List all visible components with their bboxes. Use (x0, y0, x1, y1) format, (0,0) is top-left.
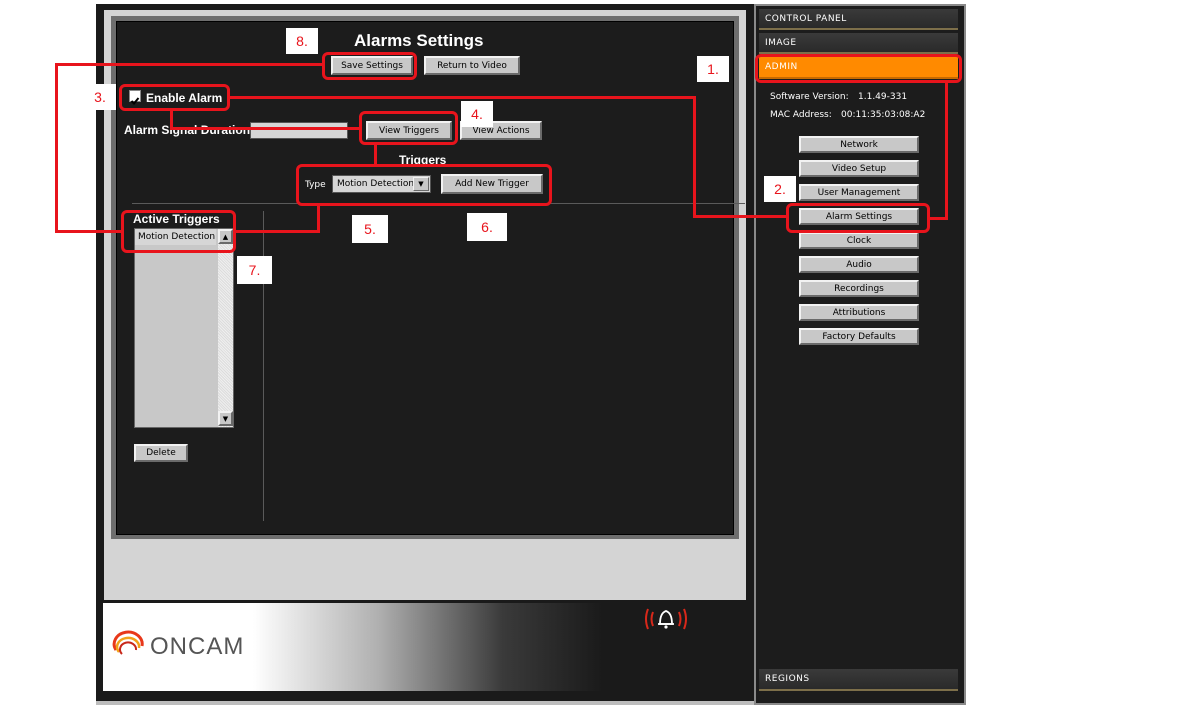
annotation-box-alarm-settings (786, 203, 930, 233)
tab-regions[interactable]: REGIONS (759, 669, 958, 691)
signal-duration-label: Alarm Signal Duration (124, 123, 251, 137)
annotation-box-view-triggers (359, 111, 458, 145)
oncam-logo-text: ONCAM (150, 633, 245, 660)
return-to-video-button[interactable]: Return to Video (424, 56, 520, 75)
sidebar-item-video-setup[interactable]: Video Setup (799, 160, 919, 177)
annotation-line (55, 63, 325, 66)
tab-control-panel[interactable]: CONTROL PANEL (759, 9, 958, 30)
annotation-line (693, 96, 696, 218)
mac-address-label: MAC Address: (770, 110, 832, 120)
annotation-label-6: 6. (467, 213, 507, 241)
annotation-line (55, 230, 123, 233)
annotation-line (693, 215, 788, 218)
sidebar-item-attributions[interactable]: Attributions (799, 304, 919, 321)
annotation-box-active-triggers (121, 210, 236, 253)
annotation-line (170, 127, 362, 130)
signal-duration-select[interactable] (250, 122, 348, 139)
annotation-line (945, 80, 948, 220)
list-scrollbar[interactable]: ▲ ▼ (218, 229, 233, 427)
active-triggers-list[interactable]: Motion Detection ▲ ▼ (134, 228, 234, 428)
sidebar-item-audio[interactable]: Audio (799, 256, 919, 273)
annotation-box-admin (755, 54, 962, 83)
annotation-label-1: 1. (697, 56, 729, 82)
annotation-box-trigger-type (296, 164, 552, 206)
annotation-label-3: 3. (84, 84, 116, 110)
annotation-line (317, 204, 320, 233)
annotation-label-5: 5. (352, 215, 388, 243)
alarm-bell-icon[interactable] (644, 604, 688, 634)
oncam-logo-icon (110, 628, 150, 668)
sidebar-item-user-management[interactable]: User Management (799, 184, 919, 201)
annotation-line (55, 63, 58, 233)
software-version-value: 1.1.49-331 (858, 92, 908, 102)
annotation-box-enable-alarm (119, 84, 230, 111)
annotation-label-4: 4. (461, 101, 493, 127)
annotation-box-save (322, 52, 417, 80)
delete-button[interactable]: Delete (134, 444, 188, 462)
annotation-label-8: 8. (286, 28, 318, 54)
mac-address-value: 00:11:35:03:08:A2 (841, 110, 926, 120)
scroll-down-icon[interactable]: ▼ (218, 411, 233, 426)
annotation-label-2: 2. (764, 176, 796, 202)
page-title: Alarms Settings (354, 31, 484, 50)
tab-image[interactable]: IMAGE (759, 33, 958, 54)
annotation-line (374, 143, 377, 166)
sidebar-item-factory-defaults[interactable]: Factory Defaults (799, 328, 919, 345)
annotation-label-7: 7. (237, 256, 272, 284)
annotation-line (229, 96, 696, 99)
sidebar-item-network[interactable]: Network (799, 136, 919, 153)
annotation-line (928, 217, 948, 220)
sidebar-item-recordings[interactable]: Recordings (799, 280, 919, 297)
annotation-line (236, 230, 320, 233)
sidebar-item-clock[interactable]: Clock (799, 232, 919, 249)
software-version-label: Software Version: (770, 92, 849, 102)
